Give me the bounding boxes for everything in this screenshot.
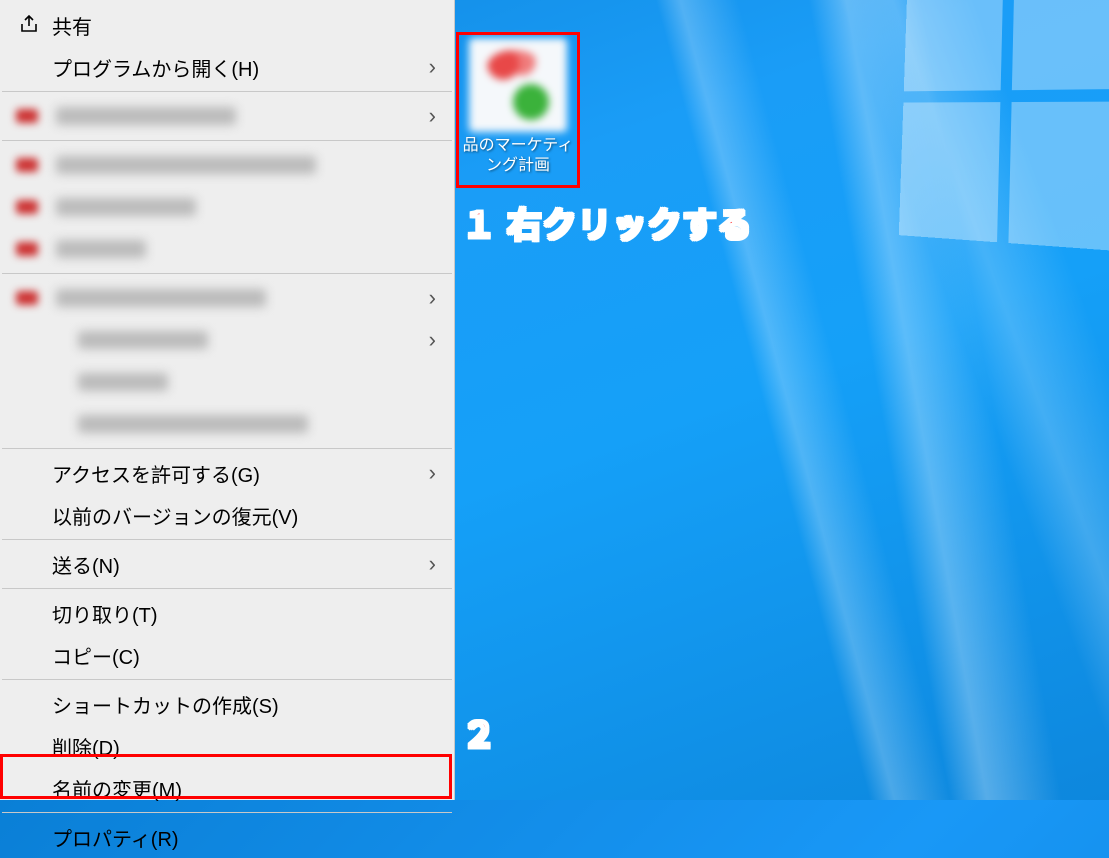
desktop-file-icon[interactable]: 品のマーケティング計画 — [458, 34, 578, 186]
chevron-right-icon: › — [429, 103, 436, 129]
menu-send-to-label: 送る(N) — [52, 550, 429, 579]
menu-share-label: 共有 — [52, 11, 436, 40]
blurred-app-icon — [16, 242, 38, 256]
file-label: 品のマーケティング計画 — [458, 136, 578, 176]
blurred-label — [78, 373, 168, 391]
menu-blurred-item[interactable] — [0, 361, 454, 403]
menu-delete-label: 削除(D) — [52, 732, 436, 761]
menu-rename-label: 名前の変更(M) — [52, 774, 436, 803]
menu-open-with-label: プログラムから開く(H) — [52, 53, 429, 82]
blurred-app-icon — [16, 109, 38, 123]
menu-create-shortcut-label: ショートカットの作成(S) — [52, 690, 436, 719]
menu-blurred-item[interactable]: › — [0, 277, 454, 319]
menu-grant-access-label: アクセスを許可する(G) — [52, 459, 429, 488]
blurred-app-icon — [16, 158, 38, 172]
chevron-right-icon: › — [429, 551, 436, 577]
blurred-label — [56, 240, 146, 258]
blurred-label — [78, 331, 208, 349]
menu-properties-label: プロパティ(R) — [52, 823, 436, 852]
chevron-right-icon: › — [429, 54, 436, 80]
menu-separator — [2, 448, 452, 449]
menu-separator — [2, 140, 452, 141]
menu-rename[interactable]: 名前の変更(M) — [0, 767, 454, 809]
menu-open-with[interactable]: プログラムから開く(H) › — [0, 46, 454, 88]
annotation-step2: ２ — [462, 708, 497, 757]
blurred-label — [56, 289, 266, 307]
chevron-right-icon: › — [429, 285, 436, 311]
menu-cut[interactable]: 切り取り(T) — [0, 592, 454, 634]
menu-separator — [2, 812, 452, 813]
menu-blurred-item[interactable]: › — [0, 95, 454, 137]
context-menu: 共有 プログラムから開く(H) › › › › アクセ — [0, 0, 455, 800]
menu-blurred-item[interactable] — [0, 186, 454, 228]
blurred-app-icon — [16, 200, 38, 214]
menu-blurred-item[interactable] — [0, 403, 454, 445]
blurred-app-icon — [16, 291, 38, 305]
menu-separator — [2, 539, 452, 540]
menu-separator — [2, 679, 452, 680]
menu-blurred-item[interactable] — [0, 144, 454, 186]
file-thumbnail — [469, 38, 567, 132]
share-icon — [18, 13, 52, 37]
menu-copy-label: コピー(C) — [52, 641, 436, 670]
menu-copy[interactable]: コピー(C) — [0, 634, 454, 676]
blurred-label — [56, 198, 196, 216]
menu-blurred-item[interactable]: › — [0, 319, 454, 361]
blurred-label — [56, 156, 316, 174]
blurred-label — [56, 107, 236, 125]
menu-share[interactable]: 共有 — [0, 4, 454, 46]
menu-restore-versions-label: 以前のバージョンの復元(V) — [52, 501, 436, 530]
menu-properties[interactable]: プロパティ(R) — [0, 816, 454, 858]
menu-blurred-item[interactable] — [0, 228, 454, 270]
menu-separator — [2, 588, 452, 589]
annotation-step1: １ 右クリックする — [462, 198, 752, 247]
menu-separator — [2, 91, 452, 92]
chevron-right-icon: › — [429, 327, 436, 353]
menu-cut-label: 切り取り(T) — [52, 599, 436, 628]
menu-create-shortcut[interactable]: ショートカットの作成(S) — [0, 683, 454, 725]
chevron-right-icon: › — [429, 460, 436, 486]
windows-logo — [899, 0, 1109, 251]
menu-delete[interactable]: 削除(D) — [0, 725, 454, 767]
menu-send-to[interactable]: 送る(N) › — [0, 543, 454, 585]
menu-restore-versions[interactable]: 以前のバージョンの復元(V) — [0, 494, 454, 536]
menu-grant-access[interactable]: アクセスを許可する(G) › — [0, 452, 454, 494]
menu-separator — [2, 273, 452, 274]
blurred-label — [78, 415, 308, 433]
